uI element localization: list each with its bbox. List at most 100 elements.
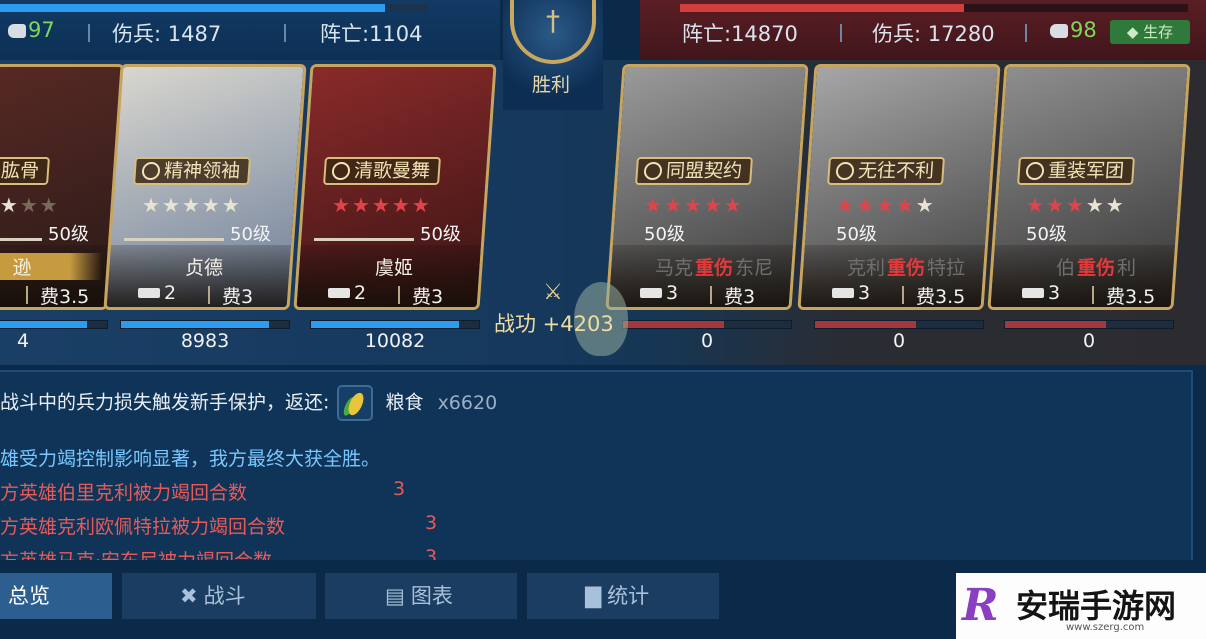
star-icon: ★ xyxy=(663,193,684,217)
tank-icon xyxy=(640,288,662,298)
battle-report-screen: 97 伤兵: 1487 阵亡:1104 阵亡:14870 伤兵: 17280 9… xyxy=(0,0,1206,639)
star-icon: ★ xyxy=(351,193,372,217)
hero-name-head: 马克 xyxy=(654,257,693,279)
hero-cost: 费3.5 xyxy=(40,286,90,308)
troop-bar xyxy=(814,320,984,329)
sword-icon: † xyxy=(546,4,560,37)
hero-level: 50级 xyxy=(1026,224,1067,245)
level-bar xyxy=(314,238,414,241)
skill-name: 清歌曼舞 xyxy=(353,160,431,182)
tab-label: 总览 xyxy=(8,584,50,608)
star-rating: ★★★★★ xyxy=(1026,193,1126,217)
star-icon: ★ xyxy=(895,193,916,217)
level-bar xyxy=(0,238,42,241)
enemy-wounded: 伤兵: 17280 xyxy=(872,22,995,46)
troop-count-value: 3 xyxy=(1048,282,1061,304)
hero-level: 50级 xyxy=(836,224,877,245)
divider xyxy=(840,24,842,42)
tab-statistics[interactable]: ▇ 统计 xyxy=(527,573,719,619)
hero-name: 马克 重伤 东尼 xyxy=(634,253,794,280)
hero-skill-badge: 精神领袖 xyxy=(133,157,251,185)
star-icon: ★ xyxy=(201,193,222,217)
star-icon: ★ xyxy=(875,193,896,217)
ally-dead: 阵亡:1104 xyxy=(320,22,423,46)
log-text: 战斗中的兵力损失触发新手保护，返还: xyxy=(0,391,330,414)
ally-wounded: 伤兵: 1487 xyxy=(112,22,222,46)
skill-sun-icon xyxy=(331,162,351,180)
troop-count-value: 2 xyxy=(164,282,177,304)
log-line: 方英雄克利欧佩特拉被力竭回合数 xyxy=(0,516,286,538)
troop-count-value: 2 xyxy=(354,282,367,304)
log-line: 方英雄伯里克利被力竭回合数 xyxy=(0,482,248,504)
star-icon: ★ xyxy=(332,193,352,217)
tab-label: 统计 xyxy=(607,584,650,608)
star-icon: ★ xyxy=(371,193,392,217)
troop-bar xyxy=(120,320,290,329)
hero-skill-badge: 清歌曼舞 xyxy=(323,157,441,185)
troop-bar xyxy=(310,320,480,329)
hero-cost: 费3 xyxy=(724,286,756,308)
hero-name: 伯重伤利 xyxy=(1016,253,1176,280)
hero-skill-badge: 重装军团 xyxy=(1017,157,1135,185)
divider xyxy=(26,286,28,304)
tab-chart[interactable]: ▤ 图表 xyxy=(325,573,517,619)
hero-level: 50级 xyxy=(644,224,685,245)
star-icon: ★ xyxy=(723,193,744,217)
level-bar xyxy=(124,238,224,241)
star-icon: ★ xyxy=(1105,193,1126,217)
survive-label: 生存 xyxy=(1143,23,1174,41)
troop-bar xyxy=(0,320,108,329)
crossed-swords-icon: ⚔ xyxy=(543,280,563,305)
hero-troop-count: 2 xyxy=(328,282,366,304)
hero-troop-count: 3 xyxy=(1022,282,1060,304)
hero-name-tail: 利 xyxy=(1117,257,1137,279)
ally-rally-value: 97 xyxy=(28,18,55,42)
star-icon: ★ xyxy=(915,193,936,217)
star-icon: ★ xyxy=(836,193,856,217)
hero-cost: 费3.5 xyxy=(1106,286,1156,308)
log-line-protection: 战斗中的兵力损失触发新手保护，返还: 粮食 x6620 xyxy=(0,385,497,421)
hero-level: 50级 xyxy=(48,224,89,245)
battle-log-panel[interactable]: 战斗中的兵力损失触发新手保护，返还: 粮食 x6620 雄受力竭控制影响显著，我… xyxy=(0,370,1193,560)
hero-name-head: 伯 xyxy=(1055,257,1075,279)
divider xyxy=(1025,24,1027,42)
star-icon: ★ xyxy=(1065,193,1086,217)
star-icon: ★ xyxy=(0,193,20,217)
bar-chart-icon: ▇ xyxy=(585,584,602,608)
hero-name-tail: 特拉 xyxy=(927,257,966,279)
watermark-logo-icon: R xyxy=(962,580,999,631)
log-value: 3 xyxy=(425,546,438,560)
tank-icon xyxy=(1022,288,1044,298)
troop-value: 0 xyxy=(892,330,906,352)
star-icon: ★ xyxy=(683,193,704,217)
hero-name: 贞德 xyxy=(184,257,223,279)
hero-name-head: 克利 xyxy=(846,257,885,279)
star-rating: ★★★★★ xyxy=(332,193,432,217)
tab-overview[interactable]: 总览 xyxy=(0,573,112,619)
table-icon: ▤ xyxy=(385,584,405,608)
star-icon: ★ xyxy=(703,193,724,217)
troop-bar xyxy=(622,320,792,329)
hero-cost: 费3 xyxy=(412,286,444,308)
tank-icon xyxy=(138,288,160,298)
enemy-dead: 阵亡:14870 xyxy=(682,22,798,46)
skill-sun-icon xyxy=(835,162,855,180)
tab-battle[interactable]: ✖ 战斗 xyxy=(122,573,316,619)
star-icon: ★ xyxy=(855,193,876,217)
reward-item-name: 粮食 xyxy=(385,391,424,414)
divider xyxy=(208,286,210,304)
star-icon: ★ xyxy=(181,193,202,217)
tank-icon xyxy=(328,288,350,298)
star-icon: ★ xyxy=(1085,193,1106,217)
hero-skill-badge: 无往不利 xyxy=(827,157,945,185)
survive-badge: ◆ 生存 xyxy=(1110,20,1190,44)
tab-label: 图表 xyxy=(410,584,453,608)
enemy-hp-bar xyxy=(680,4,1188,12)
troop-value: 8983 xyxy=(180,330,230,352)
star-icon: ★ xyxy=(391,193,412,217)
divider xyxy=(398,286,400,304)
star-icon: ★ xyxy=(161,193,182,217)
skill-sun-icon xyxy=(1025,162,1045,180)
star-icon: ★ xyxy=(1026,193,1046,217)
star-icon: ★ xyxy=(221,193,242,217)
